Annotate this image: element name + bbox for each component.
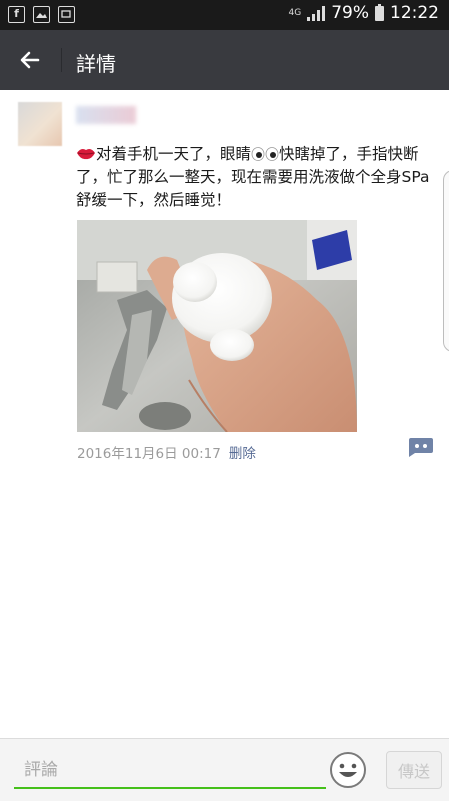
network-type: 4G [288, 7, 302, 18]
lips-icon [77, 149, 95, 160]
notification-icons: f [8, 6, 75, 23]
post-detail: 对着手机一天了，眼睛 快瞎掉了，手指快断了，忙了那么一整天，现在需要用洗液做个全… [0, 90, 449, 738]
post-text: 对着手机一天了，眼睛 快瞎掉了，手指快断了，忙了那么一整天，现在需要用洗液做个全… [76, 143, 432, 212]
gallery-icon [58, 6, 75, 23]
image-icon [33, 6, 50, 23]
comment-button[interactable] [406, 436, 434, 458]
post-timestamp: 2016年11月6日 00:17 [77, 446, 221, 462]
side-panel-handle[interactable] [443, 170, 449, 352]
eyes-icon [251, 147, 279, 161]
avatar[interactable] [18, 102, 62, 146]
status-bar: f 4G 79% 12:22 [0, 0, 449, 30]
signal-icon [307, 5, 326, 21]
back-button[interactable] [14, 44, 46, 76]
smiley-icon [330, 752, 366, 788]
battery-icon [375, 3, 384, 21]
battery-percent: 79% [331, 3, 369, 23]
facebook-icon: f [8, 6, 25, 23]
title-bar: 詳情 [0, 30, 449, 90]
delete-link[interactable]: 删除 [229, 446, 256, 462]
page-title: 詳情 [76, 52, 116, 76]
clock: 12:22 [390, 3, 439, 23]
comment-icon [409, 438, 433, 457]
comment-input[interactable] [14, 753, 326, 789]
username-blurred[interactable] [76, 106, 136, 124]
post-text-part1: 对着手机一天了，眼睛 [96, 145, 252, 163]
post-photo[interactable] [77, 220, 357, 432]
title-divider [61, 48, 62, 72]
comment-bar: 傳送 [0, 738, 449, 801]
send-button[interactable]: 傳送 [386, 751, 442, 789]
arrow-left-icon [20, 51, 40, 69]
emoji-button[interactable] [329, 751, 367, 789]
post-meta: 2016年11月6日 00:17 删除 [77, 442, 256, 462]
